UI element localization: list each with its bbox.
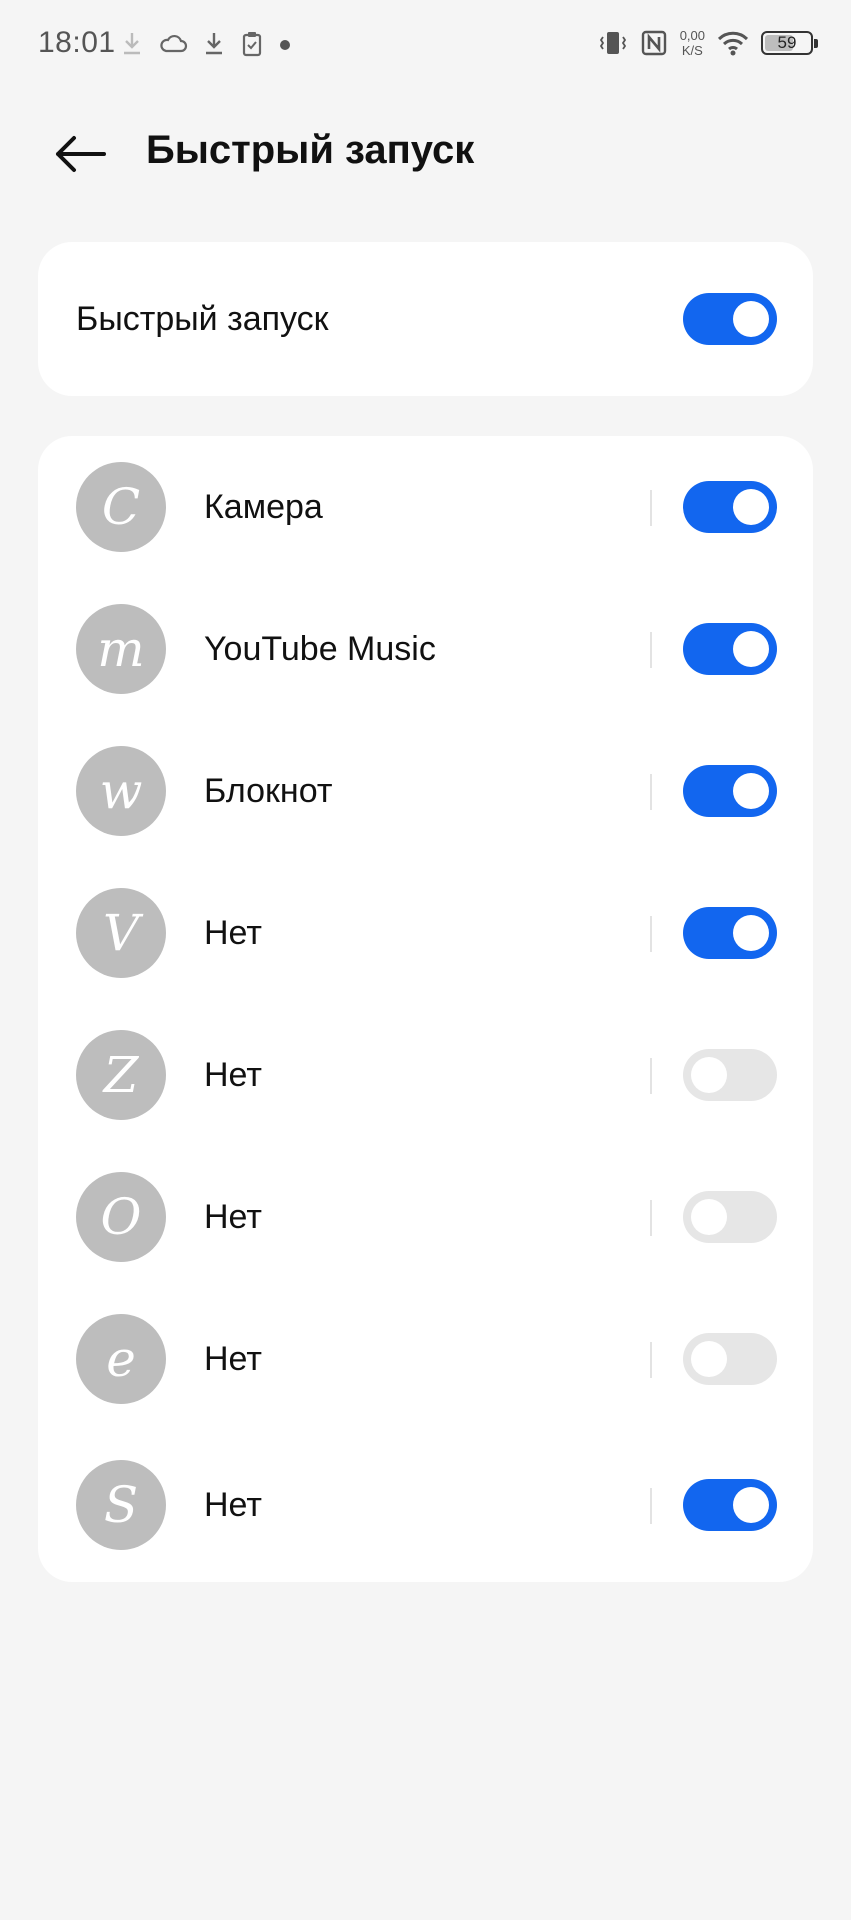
download-icon [202,30,226,58]
gesture-app-label: YouTube Music [204,630,436,668]
toggle-knob [691,1057,727,1093]
gesture-app-label: Нет [204,914,262,952]
gesture-row[interactable]: V Нет [38,862,813,1004]
back-button[interactable] [48,122,112,186]
battery-icon: 59 [761,31,818,55]
gesture-letter-icon: e [76,1314,166,1404]
toggle-knob [733,489,769,525]
divider [650,916,652,952]
gesture-row[interactable]: O Нет [38,1146,813,1288]
gesture-letter-icon: C [76,462,166,552]
gesture-toggle[interactable] [683,481,777,533]
dot-icon [278,30,292,58]
gesture-letter-icon: Z [76,1030,166,1120]
status-time: 18:01 [38,26,116,59]
divider [650,1200,652,1236]
system-icons: 0,00 K/S 59 [598,28,818,58]
toggle-knob [691,1199,727,1235]
net-speed-unit: K/S [681,43,703,58]
toggle-knob [733,1487,769,1523]
gesture-letter-icon: O [76,1172,166,1262]
gesture-app-label: Камера [204,488,323,526]
gesture-toggle[interactable] [683,765,777,817]
divider [650,774,652,810]
back-arrow-icon [56,136,106,172]
gesture-app-label: Нет [204,1486,262,1524]
divider [650,1488,652,1524]
master-toggle-card: Быстрый запуск [38,242,813,396]
gesture-app-label: Блокнот [204,772,333,810]
gesture-list: C Камера m YouTube Music w Блокнот V Нет… [38,436,813,1582]
gesture-letter-icon: S [76,1460,166,1550]
cloud-icon [158,30,188,58]
gesture-row[interactable]: Z Нет [38,1004,813,1146]
gesture-toggle[interactable] [683,1049,777,1101]
page-title: Быстрый запуск [146,128,475,172]
vibrate-icon [598,29,628,57]
master-toggle-label: Быстрый запуск [76,300,329,338]
divider [650,632,652,668]
gesture-toggle[interactable] [683,1479,777,1531]
gesture-app-label: Нет [204,1056,262,1094]
gesture-letter-icon: m [76,604,166,694]
gesture-app-label: Нет [204,1198,262,1236]
divider [650,1342,652,1378]
master-toggle-switch[interactable] [683,293,777,345]
gesture-row[interactable]: e Нет [38,1288,813,1430]
toggle-knob [733,915,769,951]
divider [650,1058,652,1094]
gesture-toggle[interactable] [683,1333,777,1385]
gesture-row[interactable]: m YouTube Music [38,578,813,720]
gesture-toggle[interactable] [683,907,777,959]
nfc-icon [640,29,668,57]
net-speed-value: 0,00 [679,28,705,43]
divider [650,490,652,526]
header: Быстрый запуск [0,100,851,210]
gesture-row[interactable]: w Блокнот [38,720,813,862]
battery-level: 59 [777,33,797,52]
gesture-row[interactable]: S Нет [38,1434,813,1576]
clipboard-icon [240,30,264,58]
network-speed: 0,00 K/S [680,28,705,58]
status-bar: 18:01 0,00 K/S 59 [0,0,851,92]
toggle-knob [733,301,769,337]
notification-icons [120,30,292,58]
gesture-letter-icon: V [76,888,166,978]
toggle-knob [691,1341,727,1377]
gesture-app-label: Нет [204,1340,262,1378]
gesture-toggle[interactable] [683,1191,777,1243]
gesture-letter-icon: w [76,746,166,836]
gesture-row[interactable]: C Камера [38,436,813,578]
toggle-knob [733,773,769,809]
gesture-toggle[interactable] [683,623,777,675]
download-icon [120,30,144,58]
wifi-icon [717,29,749,57]
toggle-knob [733,631,769,667]
